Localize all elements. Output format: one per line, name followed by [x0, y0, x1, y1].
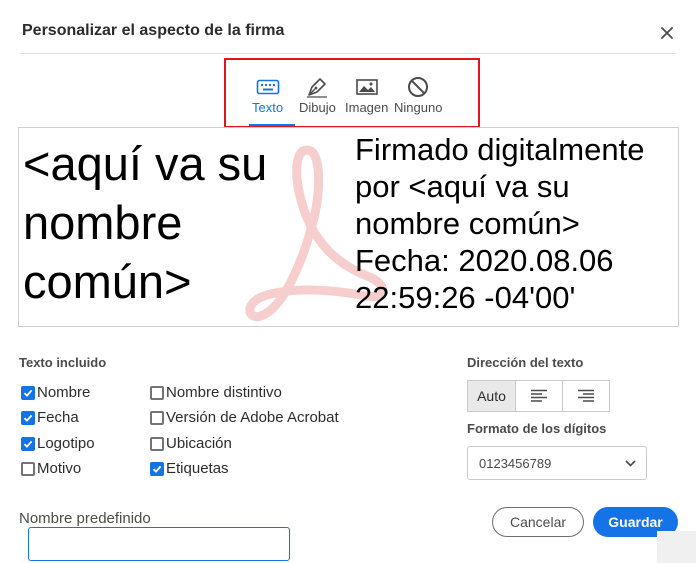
predefined-name-input[interactable] [28, 527, 290, 561]
align-right-icon [578, 389, 594, 402]
tab-label: Imagen [345, 100, 389, 115]
checkbox-checked-icon[interactable] [21, 385, 35, 400]
pen-nib-icon [305, 76, 329, 98]
checkbox-etiquetas[interactable]: Etiquetas [150, 460, 229, 477]
checkbox-label: Logotipo [37, 435, 95, 452]
keyboard-icon [256, 76, 280, 98]
tab-ninguno[interactable]: Ninguno [394, 76, 442, 126]
dialog-title: Personalizar el aspecto de la firma [22, 22, 285, 39]
preview-name-line: <aquí va su [23, 137, 268, 190]
checkbox-motivo[interactable]: Motivo [21, 460, 81, 477]
title-divider [20, 53, 676, 54]
checkbox-checked-icon[interactable] [150, 461, 164, 476]
close-button[interactable] [658, 24, 676, 42]
text-direction-segmented-control: Auto [467, 380, 610, 412]
preview-details-line: Fecha: 2020.08.06 [355, 243, 614, 278]
preview-name-line: nombre [23, 196, 183, 249]
tab-dibujo[interactable]: Dibujo [299, 76, 336, 126]
tab-label: Dibujo [299, 100, 336, 115]
checkbox-label: Versión de Adobe Acrobat [166, 409, 339, 426]
cancel-button[interactable]: Cancelar [492, 507, 584, 537]
preview-details-line: por <aquí va su [355, 169, 570, 204]
checkbox-unchecked-icon[interactable] [150, 436, 164, 451]
signature-preview: <aquí va su nombre común> Firmado digita… [18, 127, 679, 327]
checkbox-ubicacion[interactable]: Ubicación [150, 435, 232, 452]
active-tab-indicator [249, 124, 295, 126]
direction-ltr-button[interactable] [515, 381, 562, 411]
preview-details-line: 22:59:26 -04'00' [355, 280, 576, 315]
checkbox-fecha[interactable]: Fecha [21, 409, 79, 426]
image-icon [355, 76, 379, 98]
tab-label: Texto [252, 100, 284, 115]
preview-name-text: <aquí va su nombre común> [23, 134, 343, 311]
prohibited-icon [406, 76, 430, 98]
align-left-icon [531, 389, 547, 402]
checkbox-checked-icon[interactable] [21, 410, 35, 425]
close-icon [661, 27, 673, 39]
checkbox-unchecked-icon[interactable] [150, 385, 164, 400]
direction-rtl-button[interactable] [562, 381, 609, 411]
window-corner [657, 531, 696, 563]
checkbox-label: Nombre distintivo [166, 384, 282, 401]
checkbox-unchecked-icon[interactable] [150, 410, 164, 425]
preview-details-line: nombre común> [355, 206, 580, 241]
digit-format-heading: Formato de los dígitos [467, 421, 607, 436]
tab-label: Ninguno [394, 100, 443, 115]
digit-format-value: 0123456789 [479, 455, 552, 471]
chevron-down-icon [625, 459, 636, 467]
preview-name-line: común> [23, 255, 192, 308]
tab-texto[interactable]: Texto [252, 76, 283, 126]
tab-imagen[interactable]: Imagen [345, 76, 388, 126]
checkbox-label: Etiquetas [166, 460, 229, 477]
predefined-name-label: Nombre predefinido [19, 510, 151, 527]
checkbox-label: Motivo [37, 460, 82, 477]
text-direction-heading: Dirección del texto [467, 355, 584, 370]
preview-details-text: Firmado digitalmente por <aquí va su nom… [355, 131, 678, 316]
checkbox-unchecked-icon[interactable] [21, 461, 35, 476]
digit-format-select[interactable]: 0123456789 [467, 446, 647, 480]
checkbox-checked-icon[interactable] [21, 436, 35, 451]
direction-auto-button[interactable]: Auto [468, 381, 515, 411]
checkbox-logotipo[interactable]: Logotipo [21, 435, 95, 452]
checkbox-version-acrobat[interactable]: Versión de Adobe Acrobat [150, 409, 339, 426]
included-text-heading: Texto incluido [19, 355, 107, 370]
checkbox-nombre-distintivo[interactable]: Nombre distintivo [150, 384, 282, 401]
checkbox-nombre[interactable]: Nombre [21, 384, 90, 401]
checkbox-label: Fecha [37, 409, 79, 426]
checkbox-label: Ubicación [166, 435, 232, 452]
preview-details-line: Firmado digitalmente [355, 132, 645, 167]
checkbox-label: Nombre [37, 384, 91, 401]
